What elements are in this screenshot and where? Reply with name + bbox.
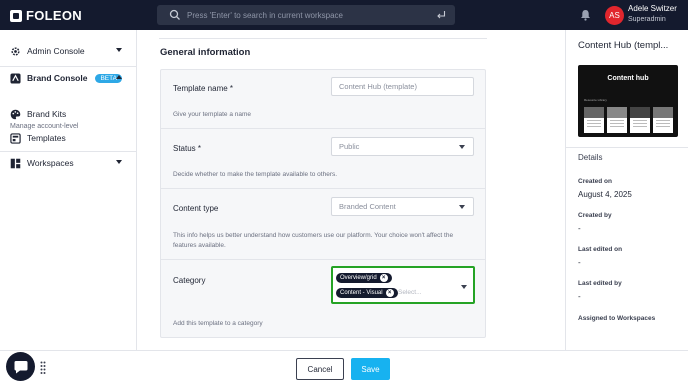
cancel-button[interactable]: Cancel [296,358,344,380]
main-content: General information Template name * Cont… [137,30,565,350]
divider [566,147,688,148]
thumbnail-card [607,107,627,133]
workspaces-icon [10,158,21,168]
sidebar-item-templates[interactable]: Templates [10,130,128,146]
gear-icon [11,46,20,56]
template-name-placeholder: Content Hub (template) [339,82,417,91]
avatar-initials: AS [609,11,620,20]
content-type-help: This info helps us better understand how… [173,231,453,251]
status-select[interactable]: Public [331,137,474,156]
category-multiselect[interactable]: Overview/grid × Content - Visual × Selec… [331,266,475,304]
category-help: Add this template to a category [173,320,263,327]
chevron-down-icon [459,145,465,149]
chat-button[interactable] [6,352,35,381]
form-divider [161,259,485,260]
category-placeholder: Select... [398,289,422,296]
content-type-value: Branded Content [339,202,396,211]
drag-handle-icon[interactable] [40,361,46,375]
bell-icon[interactable] [580,9,591,21]
manage-account-label: Manage account-level [10,123,79,130]
thumbnail-card [630,107,650,133]
section-title: General information [160,47,251,58]
content-type-label: Content type [173,204,219,213]
foleon-logo[interactable]: FOLEON [10,8,82,23]
thumbnail-title: Content hub [607,75,649,82]
global-search[interactable] [157,5,455,25]
details-heading: Details [578,153,603,162]
sidebar-item-label: Brand Kits [27,109,67,119]
general-info-form: Template name * Content Hub (template) G… [160,69,486,338]
sidebar-item-admin-console[interactable]: Admin Console [10,43,128,59]
status-label: Status * [173,144,202,153]
sidebar-item-brand-kits[interactable]: Brand Kits [10,106,128,122]
templates-icon [10,132,21,144]
sidebar-divider [0,66,137,67]
user-name: Adele Switzer [628,4,677,13]
category-label: Category [173,276,206,285]
sidebar: Admin Console Brand Console BETA Manage … [0,30,137,388]
sidebar-item-label: Admin Console [27,46,85,56]
template-name-input[interactable]: Content Hub (template) [331,77,474,96]
logo-icon [10,9,22,22]
sidebar-item-brand-console[interactable]: Brand Console BETA [10,70,128,86]
chevron-down-icon [116,48,122,52]
enter-icon [437,11,446,19]
assigned-workspaces-label: Assigned to Workspaces [578,315,656,322]
status-help: Decide whether to make the template avai… [173,171,338,178]
remove-chip-icon[interactable]: × [385,289,394,297]
template-title: Content Hub (templ... [578,40,669,51]
sidebar-item-label: Templates [27,133,66,143]
chip-label: Content - Visual [340,290,383,296]
logo-text: FOLEON [26,8,82,23]
search-input[interactable] [187,8,427,22]
avatar[interactable]: AS [605,6,624,25]
last-edited-by-value: - [578,292,581,301]
last-edited-on-label: Last edited on [578,246,623,253]
category-chip: Overview/grid × [336,273,392,283]
top-bar: FOLEON AS Adele Switzer Superadmin [0,0,688,30]
created-on-value: August 4, 2025 [578,190,632,199]
chevron-down-icon[interactable] [461,285,467,289]
user-role: Superadmin [628,16,666,23]
template-name-help: Give your template a name [173,111,252,118]
thumbnail-card [653,107,673,133]
remove-chip-icon[interactable]: × [379,274,388,282]
form-divider [161,188,485,189]
content-type-help-line: features available. [173,242,226,249]
chip-label: Overview/grid [340,275,377,281]
created-by-value: - [578,224,581,233]
details-panel: Content Hub (templ... Content hub Resour… [565,30,688,350]
brand-console-icon [10,72,21,84]
divider [159,38,487,39]
palette-icon [10,109,21,119]
category-chip: Content - Visual × [336,288,398,298]
last-edited-on-value: - [578,258,581,267]
form-divider [161,128,485,129]
created-on-label: Created on [578,178,612,185]
content-type-select[interactable]: Branded Content [331,197,474,216]
created-by-label: Created by [578,212,612,219]
chevron-down-icon [116,160,122,164]
sidebar-item-workspaces[interactable]: Workspaces [10,155,128,171]
chat-icon [14,360,27,373]
search-icon [169,9,180,20]
template-thumbnail[interactable]: Content hub Resource Library [578,65,678,137]
save-button[interactable]: Save [351,358,390,380]
template-name-label: Template name * [173,84,234,93]
footer-bar: Cancel Save [0,350,688,388]
thumbnail-card [584,107,604,133]
sidebar-divider [0,151,137,152]
thumbnail-subtitle: Resource Library [584,98,607,102]
status-value: Public [339,142,360,151]
last-edited-by-label: Last edited by [578,280,622,287]
sidebar-item-label: Brand Console [27,73,88,83]
content-type-help-line: This info helps us better understand how… [173,232,454,239]
sidebar-item-label: Workspaces [27,158,74,168]
chevron-up-icon [116,75,122,79]
chevron-down-icon [459,205,465,209]
